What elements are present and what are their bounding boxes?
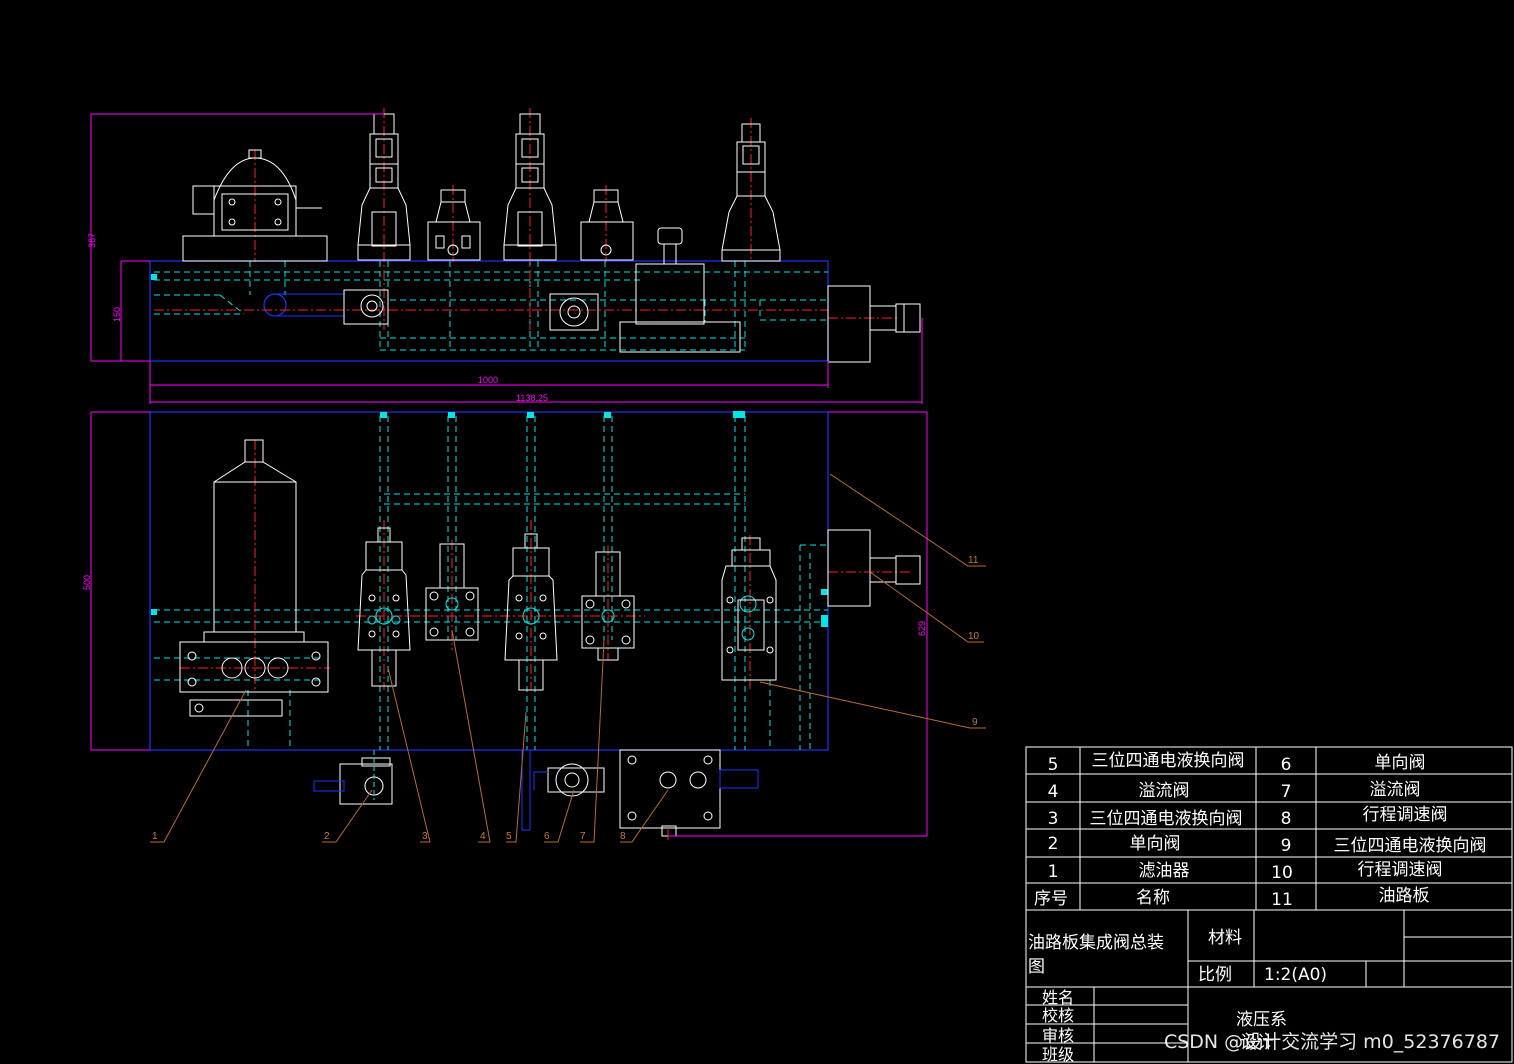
bom-no-left-2: 3 (1048, 809, 1059, 829)
callout-4: 4 (480, 831, 486, 842)
sign-label-review: 审核 (1042, 1026, 1074, 1045)
bom-no-right-2: 8 (1281, 809, 1292, 829)
bom-name-left-0: 三位四通电液换向阀 (1092, 751, 1245, 771)
drawing-title-line1: 油路板集成阀总装 (1028, 933, 1164, 953)
filter-plan (179, 439, 329, 717)
plan-view: 500 629 1 2 3 4 5 6 7 8 9 10 11 (82, 411, 986, 843)
bom-no-left-1: 4 (1048, 782, 1059, 802)
bom-no-left-5: 序号 (1034, 889, 1068, 909)
bom-name-left-2: 三位四通电液换向阀 (1090, 809, 1243, 829)
material-label: 材料 (1208, 928, 1242, 948)
sign-label-class: 班级 (1042, 1045, 1074, 1064)
callout-2: 2 (324, 831, 330, 842)
callout-10: 10 (968, 631, 980, 642)
watermark: CSDN @设计交流学习 m0_52376787 (1163, 1031, 1500, 1053)
bom-name-right-3: 三位四通电液换向阀 (1334, 836, 1487, 856)
bom-no-right-5: 11 (1271, 890, 1293, 910)
callout-5: 5 (506, 831, 512, 842)
speed-valve-8-plan (619, 749, 721, 837)
bom-name-right-0: 单向阀 (1375, 753, 1426, 773)
bom-no-right-1: 7 (1281, 782, 1292, 802)
speed-valve-front (619, 227, 741, 353)
cad-drawing: 367 150 1000 1138.25 500 629 1 2 3 4 5 6… (82, 108, 1513, 1064)
bom-name-right-5: 油路板 (1379, 886, 1430, 906)
bom-name-right-4: 行程调速阀 (1358, 860, 1443, 880)
callout-6: 6 (544, 831, 550, 842)
bom-name-left-3: 单向阀 (1130, 834, 1181, 854)
sign-label-check: 校核 (1042, 1006, 1074, 1025)
callout-11: 11 (968, 555, 979, 566)
dim-height-top: 367 (87, 233, 97, 248)
callout-7: 7 (580, 831, 586, 842)
check-valve-2-plan (339, 757, 393, 805)
front-elevation-view: 367 150 1000 1138.25 (87, 108, 923, 404)
bom-name-left-1: 溢流阀 (1139, 781, 1190, 801)
bom-no-left-3: 2 (1048, 834, 1059, 854)
scale-label: 比例 (1198, 965, 1232, 985)
dim-plate-height: 150 (112, 307, 122, 322)
relief-valve-7-front (580, 189, 634, 261)
manifold-plate-plan (149, 411, 829, 751)
bom-name-right-2: 行程调速阀 (1363, 805, 1448, 825)
relief-valve-4-front (427, 189, 481, 261)
manifold-plate-front (149, 260, 829, 362)
hidden-passages-front (154, 261, 828, 352)
scale-value: 1:2(A0) (1264, 965, 1327, 985)
end-speed-valve-plan (827, 529, 921, 607)
bom-no-left-0: 5 (1048, 755, 1059, 775)
dim-overall-depth: 629 (917, 621, 927, 636)
bom-name-left-4: 滤油器 (1139, 861, 1190, 881)
check-valve-6-plan (547, 763, 605, 797)
bom-no-left-4: 1 (1048, 862, 1059, 882)
sign-label-name: 姓名 (1042, 988, 1074, 1007)
callout-8: 8 (620, 831, 626, 842)
bom-no-right-3: 9 (1281, 836, 1292, 856)
dim-plate-length: 1000 (478, 375, 498, 385)
callout-9: 9 (972, 717, 978, 728)
end-speed-valve-front (827, 285, 921, 363)
bom-name-left-5: 名称 (1136, 888, 1170, 908)
directional-valve-9-plan (721, 537, 777, 681)
bom-name-right-1: 溢流阀 (1370, 780, 1421, 800)
dim-overall-length: 1138.25 (516, 393, 548, 403)
drawing-title-line2: 图 (1028, 957, 1045, 977)
dim-width-bottom: 500 (82, 575, 92, 590)
bom-no-right-0: 6 (1281, 755, 1292, 775)
callout-1: 1 (152, 831, 158, 842)
callout-3: 3 (422, 831, 428, 842)
bom-no-right-4: 10 (1271, 863, 1293, 883)
